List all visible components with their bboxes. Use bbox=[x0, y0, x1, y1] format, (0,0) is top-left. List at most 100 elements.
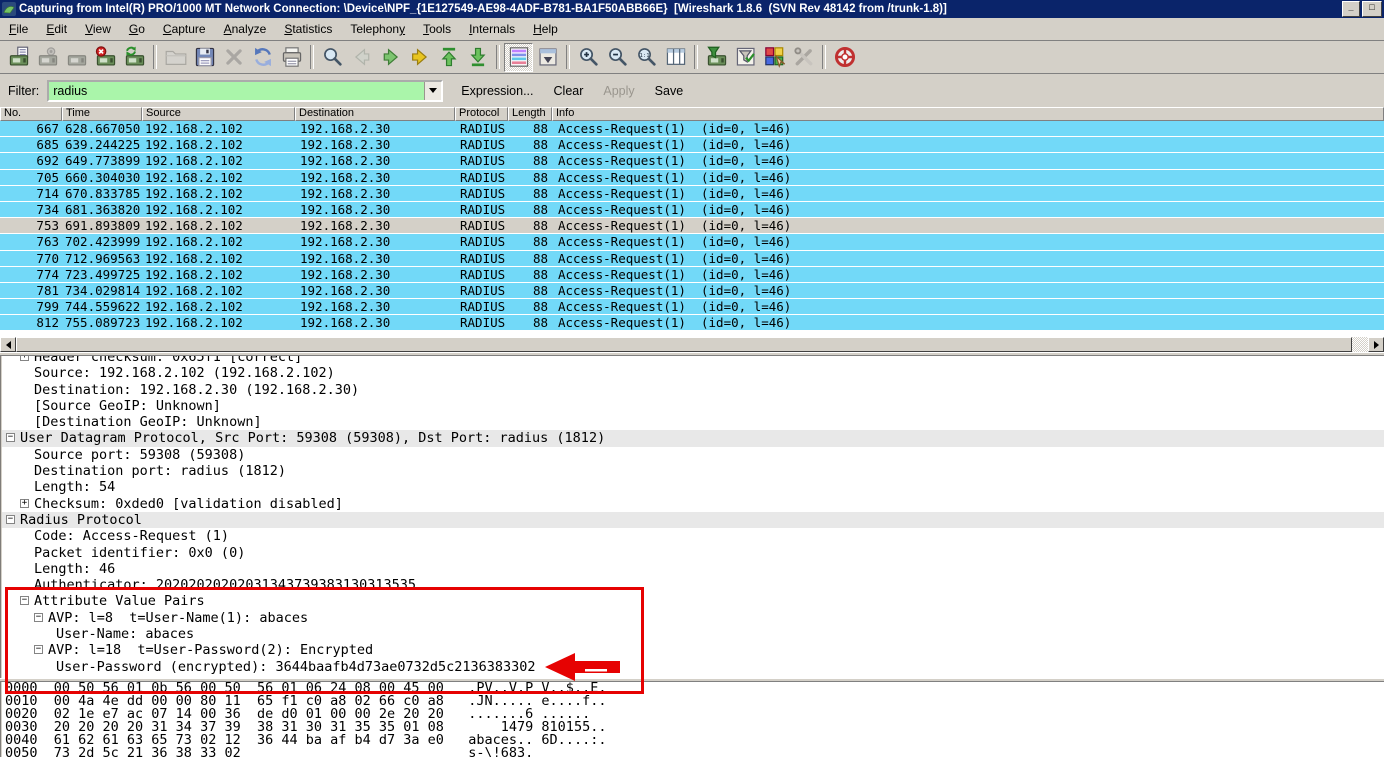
menu-view[interactable]: View bbox=[76, 20, 120, 38]
detail-row[interactable]: Destination port: radius (1812) bbox=[2, 463, 1384, 479]
filter-clear-button[interactable]: Clear bbox=[544, 82, 594, 100]
detail-row[interactable]: −AVP: l=8 t=User-Name(1): abaces bbox=[2, 610, 1384, 626]
detail-row[interactable]: Length: 46 bbox=[2, 561, 1384, 577]
packet-row[interactable]: 692649.773899192.168.2.102192.168.2.30RA… bbox=[0, 153, 1384, 169]
filter-apply-button[interactable]: Apply bbox=[593, 82, 644, 100]
packet-row[interactable]: 705660.304030192.168.2.102192.168.2.30RA… bbox=[0, 170, 1384, 186]
toolbar-help-button[interactable] bbox=[830, 43, 859, 72]
toolbar-go-bottom-button[interactable] bbox=[463, 43, 492, 72]
menu-go[interactable]: Go bbox=[120, 20, 154, 38]
toolbar-capture-filters-button[interactable] bbox=[702, 43, 731, 72]
detail-row[interactable]: −User Datagram Protocol, Src Port: 59308… bbox=[2, 430, 1384, 446]
hex-row[interactable]: 0050 73 2d 5c 21 36 38 33 02 s-\!683. bbox=[2, 747, 1384, 757]
toolbar-print-button[interactable] bbox=[277, 43, 306, 72]
toolbar-go-forward-button[interactable] bbox=[376, 43, 405, 72]
column-header-destination[interactable]: Destination bbox=[295, 107, 455, 121]
toolbar-capture-stop-button[interactable] bbox=[91, 43, 120, 72]
toolbar-reload-button[interactable] bbox=[248, 43, 277, 72]
toolbar-capture-restart-button[interactable] bbox=[120, 43, 149, 72]
packet-row[interactable]: 770712.969563192.168.2.102192.168.2.30RA… bbox=[0, 251, 1384, 267]
detail-row[interactable]: Destination: 192.168.2.30 (192.168.2.30) bbox=[2, 382, 1384, 398]
menu-file[interactable]: File bbox=[0, 20, 37, 38]
menu-internals[interactable]: Internals bbox=[460, 20, 524, 38]
toolbar-resize-columns-button[interactable] bbox=[661, 43, 690, 72]
filter-input[interactable] bbox=[49, 82, 424, 100]
filter-expression-button[interactable]: Expression... bbox=[451, 82, 543, 100]
packet-row[interactable]: 667628.667050192.168.2.102192.168.2.30RA… bbox=[0, 121, 1384, 137]
cell-no: 667 bbox=[0, 121, 62, 136]
minimize-button[interactable]: _ bbox=[1342, 1, 1360, 17]
cell-length: 88 bbox=[508, 121, 552, 136]
packet-row[interactable]: 685639.244225192.168.2.102192.168.2.30RA… bbox=[0, 137, 1384, 153]
column-header-length[interactable]: Length bbox=[508, 107, 552, 121]
detail-row[interactable]: User-Name: abaces bbox=[2, 626, 1384, 642]
column-header-source[interactable]: Source bbox=[142, 107, 295, 121]
toolbar-coloring-rules-button[interactable] bbox=[760, 43, 789, 72]
toolbar-save-file-button[interactable] bbox=[190, 43, 219, 72]
packet-row[interactable]: 799744.559622192.168.2.102192.168.2.30RA… bbox=[0, 299, 1384, 315]
detail-row[interactable]: Authenticator: 2020202020203134373938313… bbox=[2, 577, 1384, 593]
toolbar-capture-start-button[interactable] bbox=[62, 43, 91, 72]
detail-row[interactable]: Packet identifier: 0x0 (0) bbox=[2, 545, 1384, 561]
toolbar-colorize-button[interactable] bbox=[504, 43, 533, 72]
toolbar-display-filters-button[interactable] bbox=[731, 43, 760, 72]
detail-row[interactable]: +Checksum: 0xded0 [validation disabled] bbox=[2, 496, 1384, 512]
scroll-left-button[interactable] bbox=[0, 337, 16, 352]
expand-toggle-icon[interactable]: + bbox=[20, 499, 29, 508]
packet-row[interactable]: 714670.833785192.168.2.102192.168.2.30RA… bbox=[0, 186, 1384, 202]
detail-row[interactable]: Source: 192.168.2.102 (192.168.2.102) bbox=[2, 365, 1384, 381]
menu-help[interactable]: Help bbox=[524, 20, 567, 38]
menu-statistics[interactable]: Statistics bbox=[275, 20, 341, 38]
packet-row[interactable]: 763702.423999192.168.2.102192.168.2.30RA… bbox=[0, 234, 1384, 250]
collapse-toggle-icon[interactable]: − bbox=[6, 515, 15, 524]
toolbar-list-interfaces-button[interactable] bbox=[4, 43, 33, 72]
collapse-toggle-icon[interactable]: − bbox=[6, 433, 15, 442]
packet-row-selected[interactable]: 753691.893809192.168.2.102192.168.2.30RA… bbox=[0, 218, 1384, 234]
toolbar-close-file-button[interactable] bbox=[219, 43, 248, 72]
detail-row[interactable]: Code: Access-Request (1) bbox=[2, 528, 1384, 544]
packet-row[interactable]: 774723.499725192.168.2.102192.168.2.30RA… bbox=[0, 267, 1384, 283]
collapse-toggle-icon[interactable]: − bbox=[34, 645, 43, 654]
menu-edit[interactable]: Edit bbox=[37, 20, 76, 38]
maximize-button[interactable]: □ bbox=[1362, 1, 1382, 17]
menu-tools[interactable]: Tools bbox=[414, 20, 460, 38]
toolbar-go-to-packet-button[interactable] bbox=[405, 43, 434, 72]
column-header-time[interactable]: Time bbox=[62, 107, 142, 121]
detail-row[interactable]: [Source GeoIP: Unknown] bbox=[2, 398, 1384, 414]
toolbar-zoom-out-button[interactable] bbox=[603, 43, 632, 72]
toolbar-preferences-button[interactable] bbox=[789, 43, 818, 72]
scroll-thumb[interactable] bbox=[16, 337, 1352, 352]
packet-row[interactable]: 812755.089723192.168.2.102192.168.2.30RA… bbox=[0, 315, 1384, 331]
detail-row[interactable]: −AVP: l=18 t=User-Password(2): Encrypted bbox=[2, 642, 1384, 658]
column-header-protocol[interactable]: Protocol bbox=[455, 107, 508, 121]
toolbar-go-back-button[interactable] bbox=[347, 43, 376, 72]
column-header-no[interactable]: No. bbox=[0, 107, 62, 121]
toolbar-zoom-in-button[interactable] bbox=[574, 43, 603, 72]
menu-analyze[interactable]: Analyze bbox=[215, 20, 276, 38]
scroll-right-button[interactable] bbox=[1368, 337, 1384, 352]
menu-capture[interactable]: Capture bbox=[154, 20, 215, 38]
filter-dropdown-button[interactable] bbox=[424, 82, 441, 100]
detail-row[interactable]: Length: 54 bbox=[2, 479, 1384, 495]
cell-length: 88 bbox=[508, 218, 552, 233]
collapse-toggle-icon[interactable]: − bbox=[20, 596, 29, 605]
detail-row[interactable]: −Radius Protocol bbox=[2, 512, 1384, 528]
filter-save-button[interactable]: Save bbox=[645, 82, 694, 100]
toolbar-find-packet-button[interactable] bbox=[318, 43, 347, 72]
toolbar-open-file-button[interactable] bbox=[161, 43, 190, 72]
detail-row[interactable]: +Header checksum: 0x65f1 [correct] bbox=[2, 356, 1384, 365]
packet-row[interactable]: 734681.363820192.168.2.102192.168.2.30RA… bbox=[0, 202, 1384, 218]
column-header-info[interactable]: Info bbox=[552, 107, 1384, 121]
expand-toggle-icon[interactable]: + bbox=[20, 356, 29, 361]
menu-telephony[interactable]: Telephony bbox=[341, 20, 414, 38]
detail-row[interactable]: User-Password (encrypted): 3644baafb4d73… bbox=[2, 659, 1384, 675]
collapse-toggle-icon[interactable]: − bbox=[34, 613, 43, 622]
detail-row[interactable]: Source port: 59308 (59308) bbox=[2, 447, 1384, 463]
toolbar-capture-options-button[interactable] bbox=[33, 43, 62, 72]
detail-row[interactable]: [Destination GeoIP: Unknown] bbox=[2, 414, 1384, 430]
packet-row[interactable]: 781734.029814192.168.2.102192.168.2.30RA… bbox=[0, 283, 1384, 299]
toolbar-go-top-button[interactable] bbox=[434, 43, 463, 72]
detail-row[interactable]: −Attribute Value Pairs bbox=[2, 593, 1384, 609]
toolbar-auto-scroll-button[interactable] bbox=[533, 43, 562, 72]
toolbar-zoom-100-button[interactable]: 1:1 bbox=[632, 43, 661, 72]
